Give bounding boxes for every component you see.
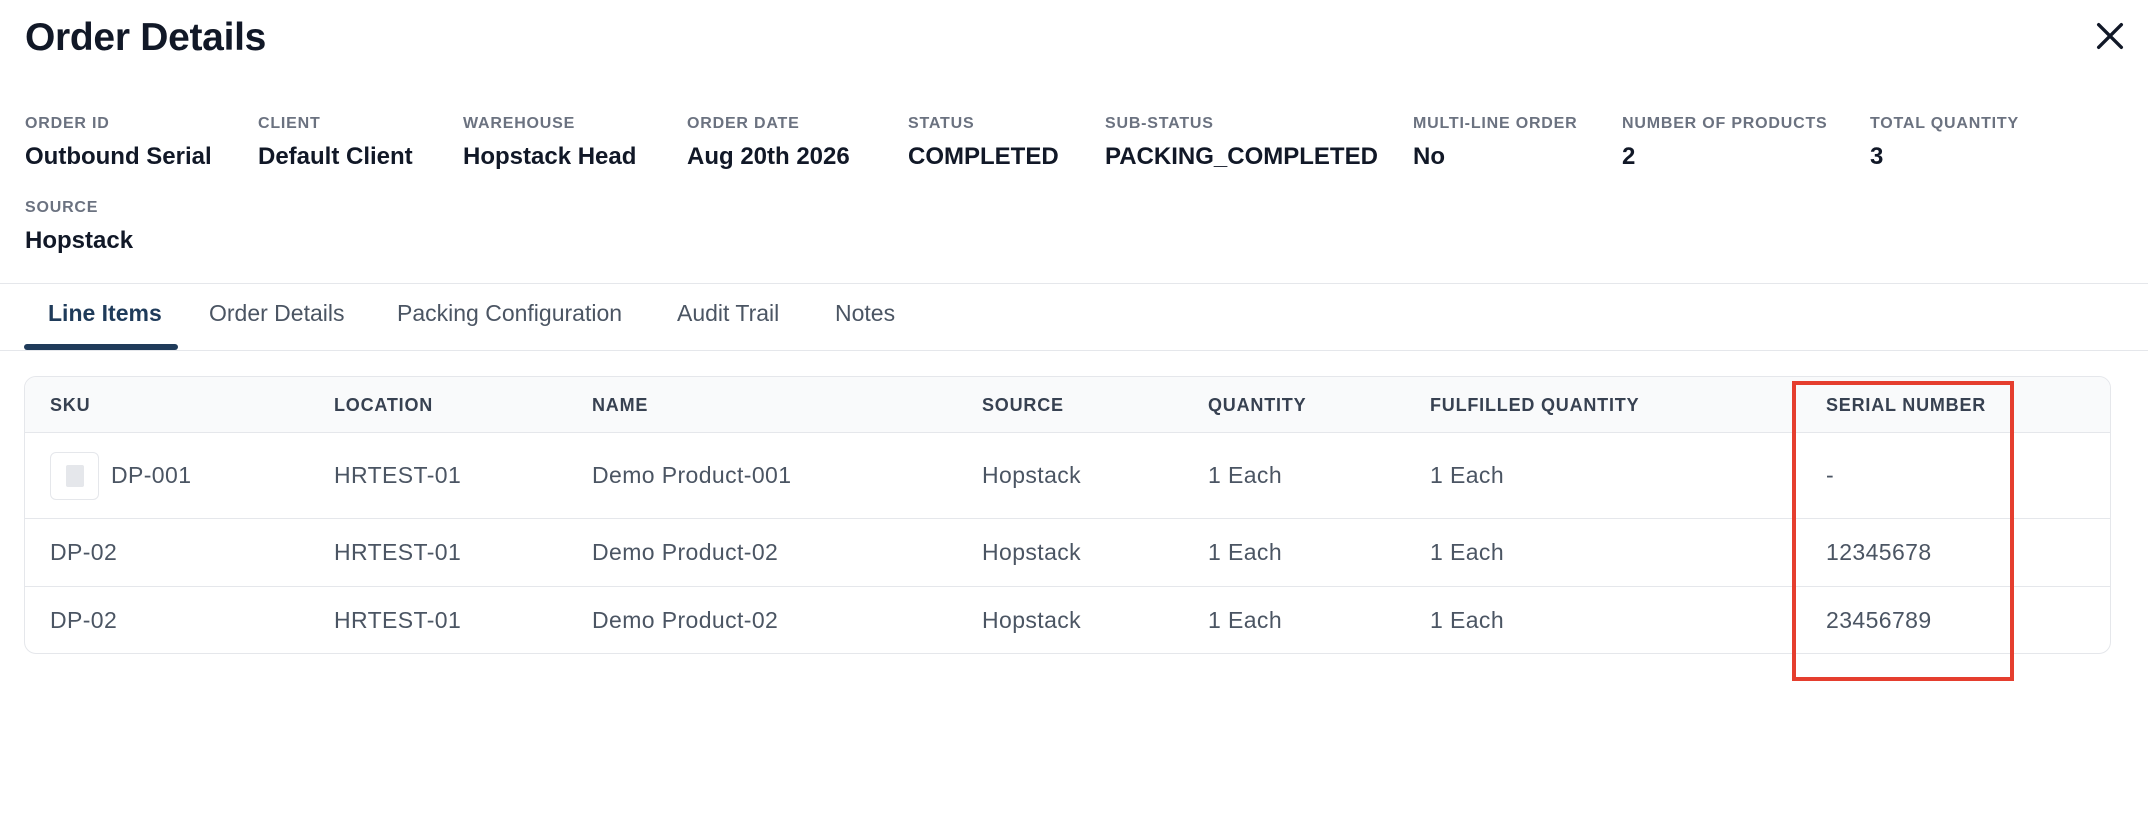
cell-location: HRTEST-01: [334, 607, 462, 633]
cell-serial-number: -: [1826, 462, 1835, 488]
cell-source: Hopstack: [982, 462, 1082, 488]
tab-audit-trail[interactable]: Audit Trail: [677, 300, 779, 327]
meta-value: Aug 20th 2026: [687, 143, 850, 170]
cell-quantity: 1 Each: [1208, 462, 1283, 488]
meta-label: TOTAL QUANTITY: [1870, 115, 2019, 132]
table-row[interactable]: DP-02 HRTEST-01 Demo Product-02 Hopstack…: [25, 519, 2110, 587]
cell-quantity: 1 Each: [1208, 607, 1283, 633]
image-placeholder-icon: [65, 465, 84, 487]
meta-value: 2: [1622, 143, 1636, 170]
header-location[interactable]: LOCATION: [334, 395, 433, 416]
close-button[interactable]: [2088, 14, 2132, 58]
header-quantity[interactable]: QUANTITY: [1208, 395, 1306, 416]
cell-fulfilled-quantity: 1 Each: [1430, 607, 1505, 633]
meta-value: Hopstack: [25, 227, 134, 254]
meta-value: Default Client: [258, 143, 413, 170]
cell-serial-number: 23456789: [1826, 607, 1932, 633]
meta-value: Outbound Serial: [25, 143, 212, 170]
page-title: Order Details: [25, 16, 267, 59]
meta-warehouse: WAREHOUSE Hopstack Head: [463, 115, 636, 171]
header-source[interactable]: SOURCE: [982, 395, 1064, 416]
meta-source: SOURCE Hopstack: [25, 199, 133, 255]
cell-sku[interactable]: DP-001: [111, 462, 191, 489]
meta-number-of-products: NUMBER OF PRODUCTS 2: [1622, 115, 1828, 171]
meta-value: Hopstack Head: [463, 143, 637, 170]
cell-quantity: 1 Each: [1208, 539, 1283, 565]
tab-order-details[interactable]: Order Details: [209, 300, 344, 327]
meta-label: STATUS: [908, 115, 975, 132]
cell-name: Demo Product-02: [592, 539, 779, 565]
meta-total-quantity: TOTAL QUANTITY 3: [1870, 115, 2019, 171]
cell-fulfilled-quantity: 1 Each: [1430, 462, 1505, 488]
header-fulfilled-quantity[interactable]: FULFILLED QUANTITY: [1430, 395, 1639, 416]
meta-order-date: ORDER DATE Aug 20th 2026: [687, 115, 850, 171]
meta-value: PACKING_COMPLETED: [1105, 143, 1378, 170]
header-name[interactable]: NAME: [592, 395, 648, 416]
meta-status: STATUS COMPLETED: [908, 115, 1059, 171]
cell-name: Demo Product-02: [592, 607, 779, 633]
cell-location: HRTEST-01: [334, 539, 462, 565]
meta-label: ORDER ID: [25, 115, 110, 132]
cell-serial-number: 12345678: [1826, 539, 1932, 565]
header-sku[interactable]: SKU: [50, 395, 90, 416]
meta-client: CLIENT Default Client: [258, 115, 413, 171]
cell-source: Hopstack: [982, 607, 1082, 633]
order-details-modal: Order Details ORDER ID Outbound Serial C…: [0, 0, 2148, 830]
cell-sku[interactable]: DP-02: [50, 607, 117, 634]
meta-sub-status: SUB-STATUS PACKING_COMPLETED: [1105, 115, 1378, 171]
meta-value: No: [1413, 143, 1445, 170]
meta-multi-line-order: MULTI-LINE ORDER No: [1413, 115, 1578, 171]
cell-fulfilled-quantity: 1 Each: [1430, 539, 1505, 565]
cell-sku[interactable]: DP-02: [50, 539, 117, 566]
meta-value: COMPLETED: [908, 143, 1059, 170]
table-row[interactable]: DP-02 HRTEST-01 Demo Product-02 Hopstack…: [25, 587, 2110, 653]
meta-label: MULTI-LINE ORDER: [1413, 115, 1578, 132]
divider: [0, 350, 2148, 351]
tab-line-items[interactable]: Line Items: [48, 300, 162, 327]
meta-label: WAREHOUSE: [463, 115, 576, 132]
cell-location: HRTEST-01: [334, 462, 462, 488]
table-header: SKU LOCATION NAME SOURCE QUANTITY FULFIL…: [25, 377, 2110, 433]
header-serial-number[interactable]: SERIAL NUMBER: [1826, 395, 1986, 416]
cell-source: Hopstack: [982, 539, 1082, 565]
tab-notes[interactable]: Notes: [835, 300, 895, 327]
meta-label: ORDER DATE: [687, 115, 800, 132]
table-row[interactable]: DP-001 HRTEST-01 Demo Product-001 Hopsta…: [25, 433, 2110, 519]
meta-label: NUMBER OF PRODUCTS: [1622, 115, 1828, 132]
line-items-table: SKU LOCATION NAME SOURCE QUANTITY FULFIL…: [24, 376, 2111, 654]
tab-packing-configuration[interactable]: Packing Configuration: [397, 300, 622, 327]
close-icon: [2096, 22, 2124, 50]
meta-label: SOURCE: [25, 199, 99, 216]
divider: [0, 283, 2148, 284]
meta-label: SUB-STATUS: [1105, 115, 1214, 132]
product-thumbnail[interactable]: [50, 452, 99, 500]
meta-order-id: ORDER ID Outbound Serial: [25, 115, 212, 171]
meta-value: 3: [1870, 143, 1884, 170]
cell-name: Demo Product-001: [592, 462, 792, 488]
meta-label: CLIENT: [258, 115, 321, 132]
